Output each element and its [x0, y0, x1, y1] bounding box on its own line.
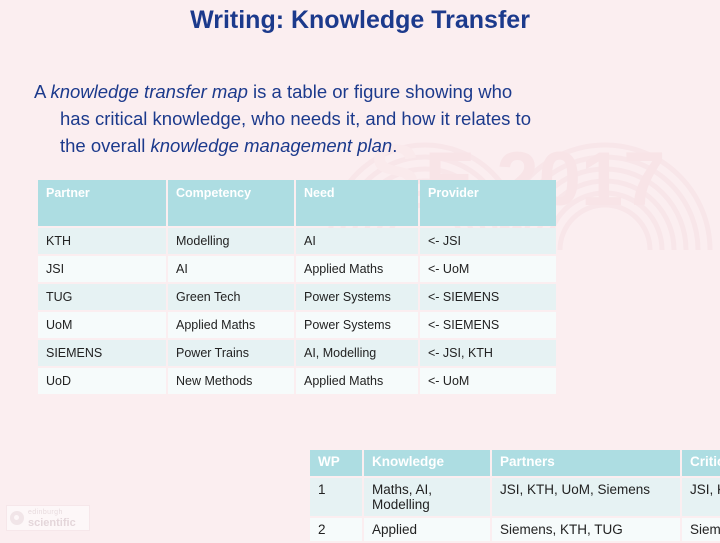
logo-line-1: edinburgh [28, 509, 63, 516]
cell-provider: <- JSI, KTH [420, 340, 556, 366]
table-row: 2 Applied Siemens, KTH, TUG Siem [310, 518, 720, 541]
cell-partners: JSI, KTH, UoM, Siemens [492, 478, 680, 516]
body-line-3: the overall knowledge management plan. [34, 132, 686, 159]
cell-provider: <- SIEMENS [420, 312, 556, 338]
body-line-1-prefix: A [34, 81, 51, 102]
table-header-row: Partner Competency Need Provider [38, 180, 556, 226]
cell-critical: JSI, KTH, UoM [682, 478, 720, 516]
table-row: UoM Applied Maths Power Systems <- SIEME… [38, 312, 556, 338]
cell-provider: <- UoM [420, 256, 556, 282]
page-title: Writing: Knowledge Transfer [190, 6, 530, 34]
brand-logo: edinburgh scientific [6, 505, 90, 531]
cell-need: AI [296, 228, 418, 254]
cell-need: Applied Maths [296, 256, 418, 282]
column-header-critical: Critical [682, 450, 720, 476]
cell-need: AI, Modelling [296, 340, 418, 366]
table-header-row: WP Knowledge Partners Critical [310, 450, 720, 476]
column-header-competency: Competency [168, 180, 294, 226]
body-line-1-emphasis: knowledge transfer map [50, 81, 248, 102]
cell-partner: TUG [38, 284, 166, 310]
column-header-partners: Partners [492, 450, 680, 476]
cell-wp: 1 [310, 478, 362, 516]
body-line-2: has critical knowledge, who needs it, an… [60, 108, 531, 129]
cell-critical: Siem [682, 518, 720, 541]
cell-knowledge: Maths, AI, Modelling [364, 478, 490, 516]
body-line-3-suffix: . [392, 135, 398, 156]
knowledge-transfer-map-table: Partner Competency Need Provider KTH Mod… [36, 178, 558, 396]
column-header-wp: WP [310, 450, 362, 476]
cell-wp: 2 [310, 518, 362, 541]
body-paragraph: A knowledge transfer map is a table or f… [34, 78, 686, 159]
wp-knowledge-map-table: WP Knowledge Partners Critical 1 Maths, … [308, 448, 720, 543]
cell-need: Applied Maths [296, 368, 418, 394]
body-line-1: A knowledge transfer map is a table or f… [34, 78, 686, 105]
cell-partners: Siemens, KTH, TUG [492, 518, 680, 541]
column-header-partner: Partner [38, 180, 166, 226]
cell-provider: <- SIEMENS [420, 284, 556, 310]
logo-line-2: scientific [28, 517, 76, 529]
cell-need: Power Systems [296, 284, 418, 310]
cell-provider: <- JSI [420, 228, 556, 254]
table-row: UoD New Methods Applied Maths <- UoM [38, 368, 556, 394]
cell-provider: <- UoM [420, 368, 556, 394]
cell-competency: Power Trains [168, 340, 294, 366]
cell-need: Power Systems [296, 312, 418, 338]
logo-box: edinburgh scientific [6, 505, 90, 531]
droplet-icon [10, 511, 24, 525]
cell-competency: Green Tech [168, 284, 294, 310]
body-line-3-emphasis: knowledge management plan [150, 135, 393, 156]
column-header-need: Need [296, 180, 418, 226]
table-row: SIEMENS Power Trains AI, Modelling <- JS… [38, 340, 556, 366]
cell-partner: UoM [38, 312, 166, 338]
cell-competency: New Methods [168, 368, 294, 394]
body-line-3-prefix: the overall [60, 135, 151, 156]
cell-partner: SIEMENS [38, 340, 166, 366]
cell-competency: Modelling [168, 228, 294, 254]
cell-partner: KTH [38, 228, 166, 254]
cell-knowledge: Applied [364, 518, 490, 541]
column-header-knowledge: Knowledge [364, 450, 490, 476]
cell-competency: Applied Maths [168, 312, 294, 338]
cell-partner: UoD [38, 368, 166, 394]
column-header-provider: Provider [420, 180, 556, 226]
cell-partner: JSI [38, 256, 166, 282]
body-line-1-suffix: is a table or figure showing who [247, 81, 513, 102]
table-row: JSI AI Applied Maths <- UoM [38, 256, 556, 282]
table-row: TUG Green Tech Power Systems <- SIEMENS [38, 284, 556, 310]
table-row: 1 Maths, AI, Modelling JSI, KTH, UoM, Si… [310, 478, 720, 516]
cell-competency: AI [168, 256, 294, 282]
table-row: KTH Modelling AI <- JSI [38, 228, 556, 254]
